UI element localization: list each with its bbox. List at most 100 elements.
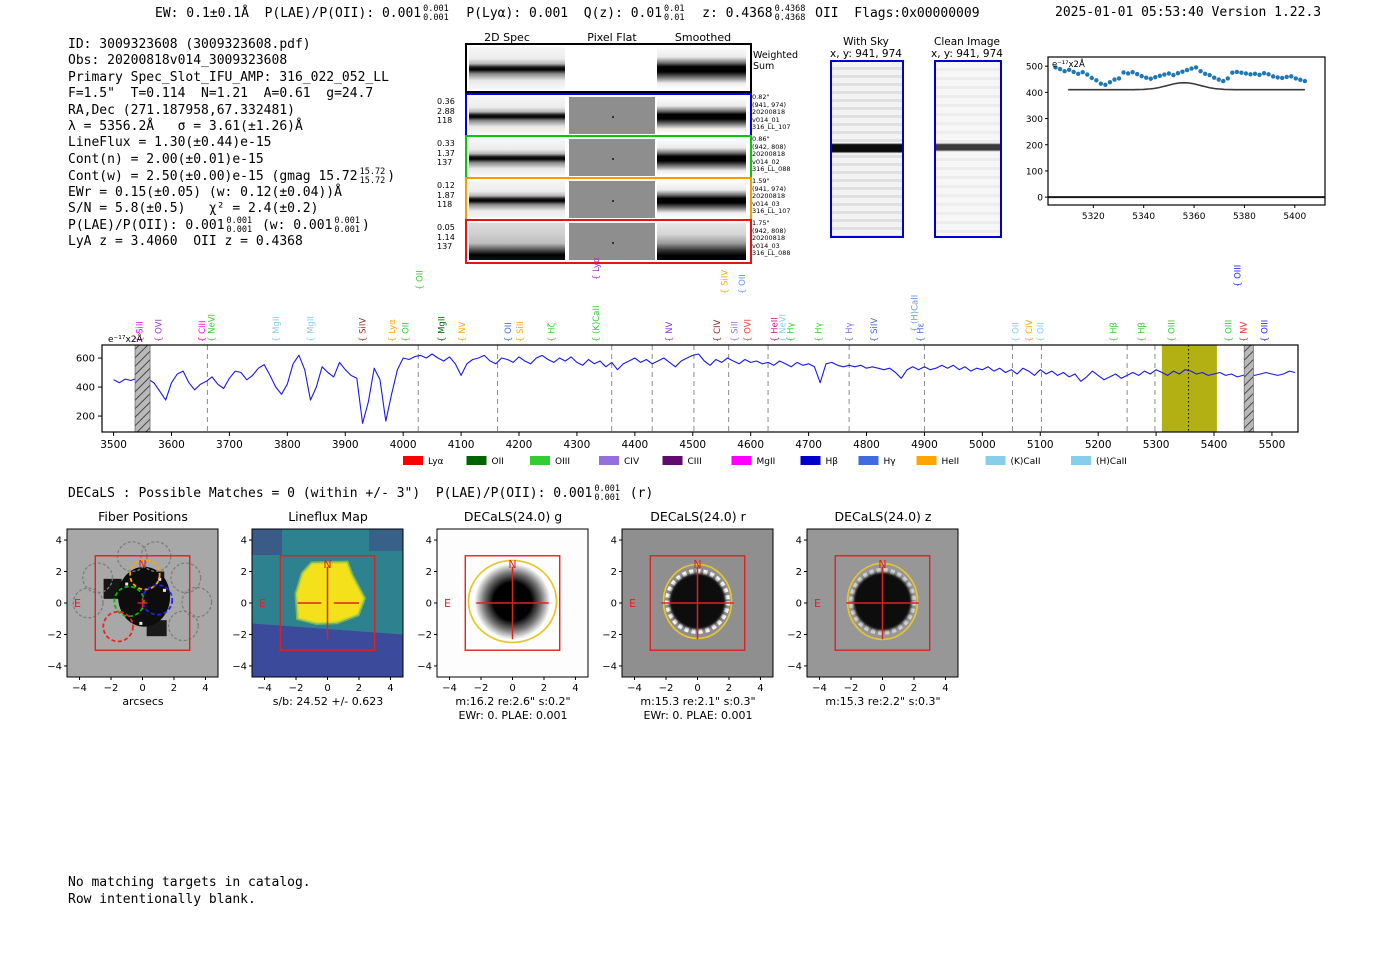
panel-xlabel: m:15.3 re:2.2" s:0.3" <box>825 695 940 708</box>
fiber-cutout-row <box>465 135 752 180</box>
x-tick-label: 4900 <box>911 439 938 451</box>
legend-swatch <box>858 456 879 465</box>
fiber-svg: Fiber Positions N E 4 2 0 −2 −4 −4 −2 0 2 4 arcsecs <box>47 509 219 708</box>
text-segment: F=1.5" T=0.114 N=1.21 A=0.61 g=24.7 <box>68 86 374 102</box>
y-tick-label: −4 <box>232 661 247 672</box>
x-tick-label: 3800 <box>274 439 301 451</box>
flat-dot <box>612 115 614 118</box>
fiber-row-annotation: 1.75" (942, 808) 20200818 v014_03 316_LL_088 <box>752 219 791 258</box>
legend-swatch <box>403 456 423 465</box>
emission-line-label: { MgII <box>437 316 447 342</box>
emission-line-label: { Hβ <box>1110 322 1120 342</box>
emission-line-label: { CIV <box>1025 319 1035 342</box>
info-line: S/N = 5.8(±0.5) χ² = 2.4(±0.2) <box>68 201 395 217</box>
panel-xlabel: arcsecs <box>122 695 164 708</box>
flux-data-point <box>1175 71 1181 76</box>
flux-data-point <box>1202 71 1208 76</box>
flux-data-point <box>1107 79 1113 85</box>
x-tick-label: 4000 <box>390 439 417 451</box>
text-segment: λ = 5356.2Å σ = 3.61(±1.26)Å <box>68 118 303 134</box>
fiber-smoothed-image <box>657 181 746 218</box>
info-line: LineFlux = 1.30(±0.44)e-15 <box>68 135 395 151</box>
emission-line-label: { OVI <box>744 319 754 342</box>
y-tick-label: 2 <box>611 567 617 578</box>
y-tick-label: −2 <box>417 630 432 641</box>
text-segment: (r) <box>621 486 654 501</box>
info-line: EWr = 0.15(±0.05) (w: 0.12(±0.04))Å <box>68 185 395 201</box>
flux-data-point <box>1293 76 1298 81</box>
text-segment: ) <box>362 218 370 234</box>
decals-match-summary: DECaLS : Possible Matches = 0 (within +/… <box>68 485 653 502</box>
fiber-cutout-row <box>465 177 752 222</box>
x-tick-label: 0 <box>324 683 330 694</box>
stacked-value: 0.01 0.01 <box>664 4 685 23</box>
y-tick-label: 0 <box>796 599 802 610</box>
legend-swatch <box>466 456 487 465</box>
y-tick-label: −4 <box>47 661 62 672</box>
y-tick-label: 2 <box>796 567 802 578</box>
panel-xlabel: m:16.2 re:2.6" s:0.2" <box>455 695 570 708</box>
y-tick-label: 0 <box>1037 194 1043 204</box>
emission-line-label: { OVI <box>155 319 165 342</box>
emission-line-label: { OII <box>415 270 425 290</box>
x-tick-label: 0 <box>694 683 700 694</box>
cutout-panel-decals_z: DECaLS(24.0) z N E 4 2 0 −2 −4 −4 −2 0 2 4 m:15.3 re:… <box>780 509 970 729</box>
y-tick-label: 2 <box>426 567 432 578</box>
info-line: P(LAE)/P(OII): 0.001 0.001 0.001 (w: 0.001… <box>68 217 395 234</box>
flux-data-point <box>1071 69 1076 75</box>
text-segment: z: 0.4368 <box>686 6 773 21</box>
x-tick-label: 4200 <box>506 439 533 451</box>
flux-data-point <box>1162 72 1167 77</box>
flux-data-point <box>1139 73 1144 79</box>
flux-data-point <box>1085 72 1090 77</box>
legend-label: Lyα <box>428 457 444 467</box>
y-tick-label: 4 <box>611 536 617 547</box>
flat-dot <box>612 241 614 244</box>
y-tick-label: 600 <box>76 354 95 365</box>
spectrum-chart-svg: 200 400 600 3500 3600 3700 3800 3900 4000 4100 420… <box>76 257 1299 467</box>
flux-data-point <box>1080 69 1085 75</box>
fiber-smoothed-image <box>657 139 746 176</box>
detected-line-band <box>1161 345 1217 432</box>
y-tick-label: 400 <box>76 383 95 394</box>
x-tick-label: 0 <box>139 683 145 694</box>
x-tick-label: −4 <box>442 683 457 694</box>
emission-line-label: { Hγ <box>845 322 855 342</box>
cutout-panel-decals_r: DECaLS(24.0) r N E 4 2 0 −2 −4 −4 −2 0 2 4 m:15.3 re:… <box>595 509 785 729</box>
y-tick-label: 4 <box>426 536 432 547</box>
flux-data-point <box>1261 71 1267 76</box>
flux-data-point <box>1225 76 1230 81</box>
legend-label: (H)CaII <box>1096 457 1127 467</box>
flux-data-point <box>1094 78 1099 83</box>
legend-label: (K)CaII <box>1011 457 1041 467</box>
x-tick-label: 2 <box>911 683 917 694</box>
flux-data-point <box>1302 78 1308 84</box>
east-label: E <box>74 597 81 610</box>
y-tick-label: 200 <box>1026 141 1043 151</box>
emission-line-label: { OII <box>1011 322 1021 342</box>
legend-label: Hγ <box>884 457 897 467</box>
legend-swatch <box>599 456 619 465</box>
legend-label: CIII <box>688 457 702 467</box>
x-tick-label: −2 <box>289 683 304 694</box>
x-tick-label: 3600 <box>158 439 185 451</box>
flux-data-point <box>1193 65 1199 70</box>
x-tick-label: 5320 <box>1082 212 1105 222</box>
x-tick-label: 3700 <box>216 439 243 451</box>
elixer-report-page: { "header": { "left": [ {"t":"EW: 0.1±0.… <box>0 0 1400 953</box>
x-tick-label: 5100 <box>1027 439 1054 451</box>
masked-region-band <box>1243 344 1254 433</box>
x-tick-label: 2 <box>726 683 732 694</box>
legend-swatch <box>985 456 1006 465</box>
fiber-smoothed-image <box>657 223 746 260</box>
emission-line-label: { Lyα <box>592 257 602 280</box>
flux-data-point <box>1125 71 1131 76</box>
legend-swatch <box>800 456 821 465</box>
emission-line-label: { MgII <box>272 316 282 342</box>
flux-data-point <box>1243 71 1249 76</box>
panel-title: Fiber Positions <box>98 510 188 524</box>
catalog-footer-note: No matching targets in catalog. Row inten… <box>68 875 311 908</box>
x-tick-label: −2 <box>474 683 489 694</box>
flux-data-point <box>1212 75 1217 80</box>
y-tick-label: −2 <box>47 630 62 641</box>
